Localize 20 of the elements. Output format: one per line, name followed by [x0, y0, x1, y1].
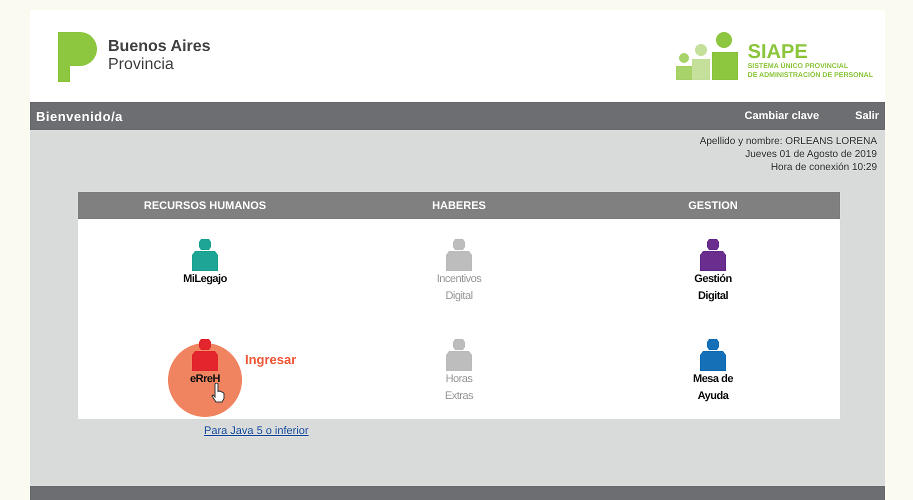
- app-link[interactable]: eRreH: [178, 371, 232, 388]
- callout-text: Ingresar: [245, 352, 296, 367]
- app-link[interactable]: Mesa de Ayuda: [686, 371, 740, 405]
- app-link[interactable]: MiLegajo: [178, 271, 232, 288]
- user-info-text: Hora de conexión 10:29: [770, 161, 877, 174]
- user-info-text: Jueves 01 de Agosto de 2019: [744, 148, 877, 161]
- nav-link[interactable]: Salir: [855, 110, 879, 122]
- user-info-text: Apellido y nombre: ORLEANS LORENA: [700, 135, 877, 148]
- people-icon: [674, 32, 740, 80]
- column-header: GESTION: [586, 192, 840, 219]
- app-link[interactable]: Gestión Digital: [686, 271, 740, 305]
- column-header: HABERES: [332, 192, 586, 219]
- column-header: RECURSOS HUMANOS: [78, 192, 332, 219]
- hand-cursor-icon: [211, 383, 227, 403]
- welcome-text: Bienvenido/a: [36, 108, 124, 124]
- java-link[interactable]: Para Java 5 o inferior: [204, 425, 309, 437]
- logo-subtitle: Provincia: [108, 56, 175, 74]
- logo-title: Buenos Aires: [108, 38, 211, 56]
- brand-title: SIAPE: [748, 42, 809, 62]
- nav-link[interactable]: Cambiar clave: [744, 110, 820, 122]
